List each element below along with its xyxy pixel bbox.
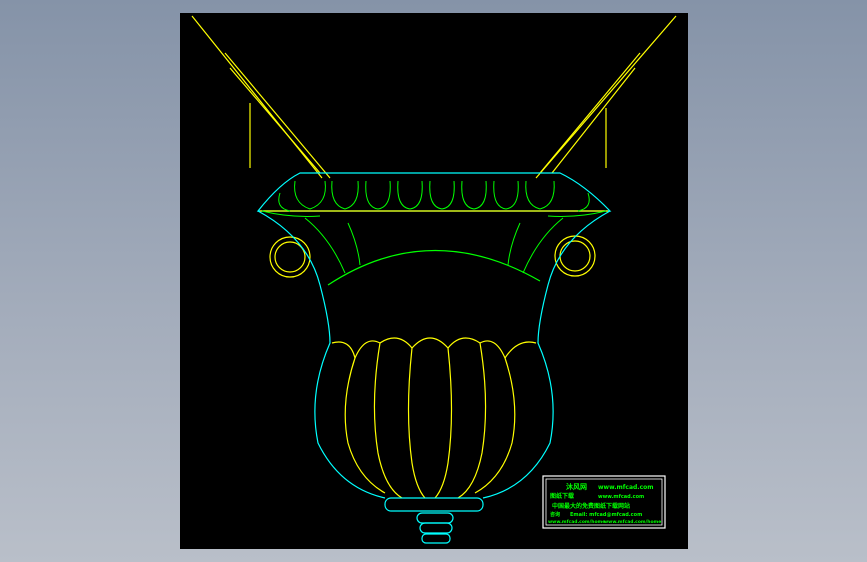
right-hanger-lines [535, 15, 677, 179]
title-stamp: 沐风网 www.mfcad.com 图纸下载 www.mfcad.com 中国最… [542, 475, 666, 529]
stamp-line2-right: www.mfcad.com [598, 494, 644, 500]
urn-rim [256, 172, 612, 212]
right-handle-ring [554, 235, 596, 277]
left-handle-ring [269, 236, 311, 278]
left-hanger-lines [191, 15, 331, 179]
rim-scallops [278, 180, 590, 212]
stamp-line4-label: 咨询 [550, 511, 560, 518]
stamp-line1-right: www.mfcad.com [598, 484, 654, 491]
urn-gadroons [331, 337, 537, 499]
cad-drawing-canvas: 沐风网 www.mfcad.com 图纸下载 www.mfcad.com 中国最… [180, 13, 688, 549]
stamp-line2-left: 图纸下载 [550, 492, 574, 500]
neck-band [327, 249, 541, 286]
rim-underside [261, 210, 607, 274]
stamp-line5-left: www.mfcad.com/home [548, 519, 605, 525]
urn-drawing: 沐风网 www.mfcad.com 图纸下载 www.mfcad.com 中国最… [191, 15, 677, 544]
stamp-line1-left: 沐风网 [566, 482, 587, 491]
stamp-line3: 中国最大的免费图纸下载网站 [552, 502, 630, 510]
stamp-line5-right: www.mfcad.com/home [604, 519, 661, 525]
stamp-line4-value: Email: mfcad@mfcad.com [570, 512, 642, 518]
urn-foot [384, 497, 484, 544]
urn-body-outline [257, 210, 611, 499]
